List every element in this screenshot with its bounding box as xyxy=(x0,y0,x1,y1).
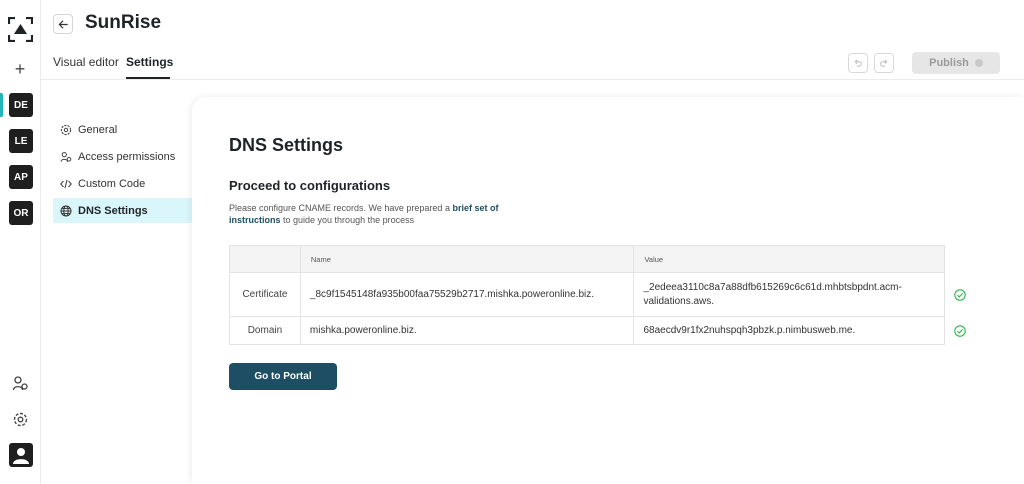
check-circle-icon xyxy=(954,289,966,301)
instructions-text: Please configure CNAME records. We have … xyxy=(229,203,499,225)
workspace-le[interactable]: LE xyxy=(9,129,33,153)
workspace-ap[interactable]: AP xyxy=(9,165,33,189)
dns-settings-panel: DNS Settings Proceed to configurations P… xyxy=(192,97,1024,484)
tab-visual-editor[interactable]: Visual editor xyxy=(53,55,119,69)
gear-icon xyxy=(60,124,72,135)
workspace-or[interactable]: OR xyxy=(9,201,33,225)
record-value[interactable]: _2edeea3110c8a7a88dfb615269c6c61d.mhbtsb… xyxy=(633,272,945,317)
redo-icon xyxy=(880,59,888,67)
page-title: SunRise xyxy=(85,12,162,33)
undo-icon xyxy=(854,59,862,67)
code-icon xyxy=(60,179,72,188)
publish-label: Publish xyxy=(929,57,969,69)
publish-button[interactable]: Publish xyxy=(912,52,1000,74)
record-type: Domain xyxy=(229,316,301,345)
users-icon xyxy=(60,151,72,162)
app-logo-icon[interactable] xyxy=(8,17,33,42)
section-subtitle: Proceed to configurations xyxy=(229,178,391,193)
go-to-portal-button[interactable]: Go to Portal xyxy=(229,363,337,390)
settings-sidebar: General Access permissions Custom Code D… xyxy=(41,81,192,484)
column-header-type xyxy=(229,245,301,273)
arrow-left-icon xyxy=(58,19,68,29)
sidebar-item-dns-settings[interactable]: DNS Settings xyxy=(53,198,192,223)
sidebar-item-label: Custom Code xyxy=(78,177,146,190)
add-workspace-icon[interactable]: + xyxy=(11,60,29,78)
publish-status-dot xyxy=(974,59,983,67)
tab-settings[interactable]: Settings xyxy=(126,55,173,69)
user-avatar[interactable] xyxy=(9,443,33,467)
record-name[interactable]: mishka.poweronline.biz. xyxy=(299,316,635,345)
users-icon[interactable] xyxy=(12,375,29,392)
record-name[interactable]: _8c9f1545148fa935b00faa75529b2717.mishka… xyxy=(299,272,635,317)
column-header-value: Value xyxy=(633,245,945,273)
table-row: Domain mishka.poweronline.biz. 68aecdv9r… xyxy=(229,316,945,345)
sidebar-item-label: General xyxy=(78,123,118,136)
table-row: Certificate _8c9f1545148fa935b00faa75529… xyxy=(229,272,945,317)
gear-icon[interactable] xyxy=(12,411,29,428)
workspace-de[interactable]: DE xyxy=(9,93,33,117)
record-type: Certificate xyxy=(229,272,301,317)
table-header-row: Name Value xyxy=(229,245,945,273)
sidebar-item-custom-code[interactable]: Custom Code xyxy=(53,171,192,196)
sidebar-item-label: Access permissions xyxy=(78,150,176,163)
undo-button[interactable] xyxy=(848,53,868,73)
sidebar-item-access-permissions[interactable]: Access permissions xyxy=(53,144,192,169)
workspace-rail: + DE LE AP OR xyxy=(0,0,41,484)
sidebar-item-label: DNS Settings xyxy=(78,204,148,217)
column-header-name: Name xyxy=(299,245,635,273)
check-circle-icon xyxy=(954,325,966,337)
active-tab-underline xyxy=(126,77,170,79)
redo-button[interactable] xyxy=(874,53,894,73)
section-title: DNS Settings xyxy=(229,135,344,155)
top-header: SunRise Visual editor Settings Publish xyxy=(41,0,1024,80)
globe-icon xyxy=(60,205,72,216)
active-workspace-indicator xyxy=(0,93,3,117)
dns-records-table: Name Value Certificate _8c9f1545148fa935… xyxy=(229,245,945,345)
back-button[interactable] xyxy=(53,14,73,34)
sidebar-item-general[interactable]: General xyxy=(53,117,192,142)
user-icon xyxy=(13,448,29,464)
record-value[interactable]: 68aecdv9r1fx2nuhspqh3pbzk.p.nimbusweb.me… xyxy=(633,316,945,345)
